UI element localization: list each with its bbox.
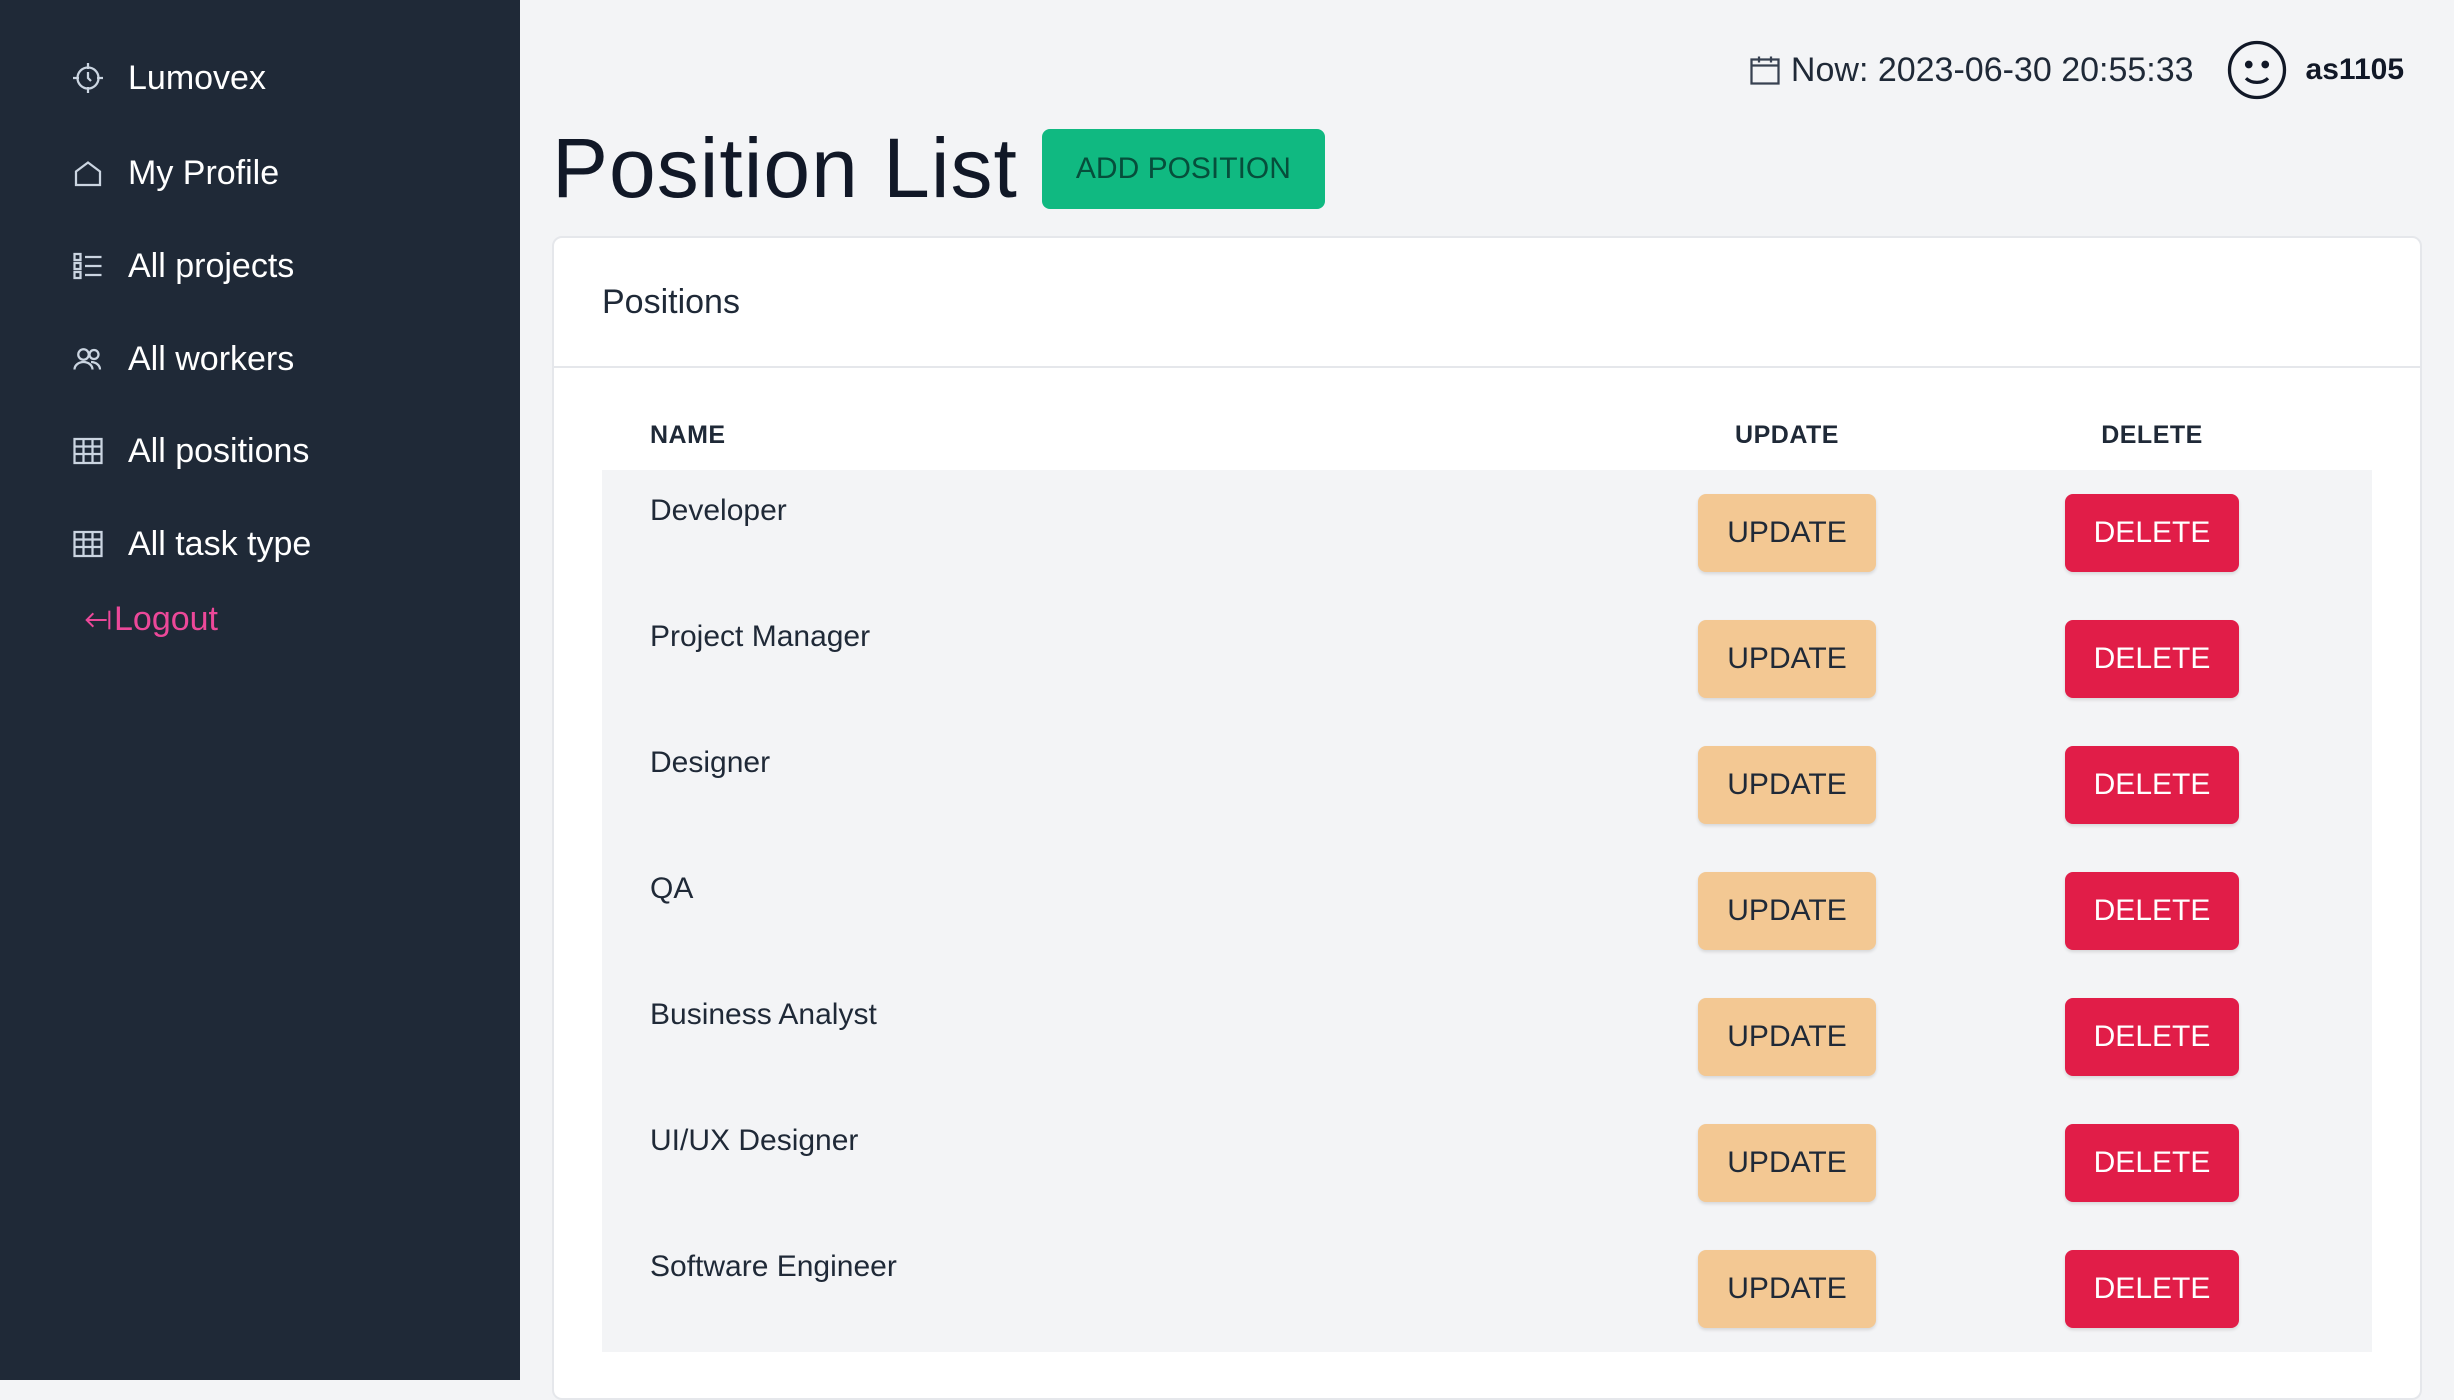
positions-table: NAME UPDATE DELETE Developer UPDATE DELE…	[602, 400, 2372, 1352]
sidebar-item-all-workers[interactable]: All workers	[70, 329, 294, 389]
table-row: Business Analyst UPDATE DELETE	[602, 974, 2372, 1100]
sidebar: Lumovex My Profile All projects All work…	[0, 0, 520, 1380]
page-title: Position List	[552, 121, 1018, 215]
position-name: Developer	[650, 494, 787, 527]
position-name: Designer	[650, 746, 771, 779]
delete-button[interactable]: DELETE	[2065, 1124, 2239, 1202]
brand-link[interactable]: Lumovex	[70, 48, 266, 108]
table-icon	[70, 433, 106, 469]
users-icon	[70, 341, 106, 377]
sidebar-item-all-projects[interactable]: All projects	[70, 236, 294, 296]
crosshair-clock-icon	[70, 60, 106, 96]
table-row: UI/UX Designer UPDATE DELETE	[602, 1100, 2372, 1226]
logout-label: Logout	[114, 600, 218, 638]
update-button[interactable]: UPDATE	[1698, 746, 1876, 824]
column-header-name: NAME	[650, 420, 726, 449]
logout-arrow-icon	[80, 604, 112, 636]
home-icon	[70, 155, 106, 191]
position-name: QA	[650, 872, 694, 905]
delete-button[interactable]: DELETE	[2065, 872, 2239, 950]
delete-button[interactable]: DELETE	[2065, 998, 2239, 1076]
datetime-text: Now: 2023-06-30 20:55:33	[1790, 50, 2194, 89]
update-button[interactable]: UPDATE	[1698, 620, 1876, 698]
brand-name: Lumovex	[128, 58, 266, 97]
delete-button[interactable]: DELETE	[2065, 620, 2239, 698]
sidebar-item-my-profile[interactable]: My Profile	[70, 143, 279, 203]
current-datetime: Now: 2023-06-30 20:55:33	[1747, 51, 2194, 90]
sidebar-item-all-positions[interactable]: All positions	[70, 421, 309, 481]
main-content: Now: 2023-06-30 20:55:33 as1105 Position…	[520, 0, 2454, 1400]
card-title: Positions	[554, 238, 2420, 368]
delete-button[interactable]: DELETE	[2065, 746, 2239, 824]
table-row: Project Manager UPDATE DELETE	[602, 596, 2372, 722]
update-button[interactable]: UPDATE	[1698, 998, 1876, 1076]
table-icon	[70, 526, 106, 562]
user-menu[interactable]: as1105	[2224, 37, 2404, 103]
table-row: Software Engineer UPDATE DELETE	[602, 1226, 2372, 1352]
column-header-update: UPDATE	[1735, 420, 1839, 449]
calendar-icon	[1747, 52, 1783, 88]
sidebar-item-label: All task type	[128, 524, 312, 563]
update-button[interactable]: UPDATE	[1698, 1250, 1876, 1328]
sidebar-item-all-task-type[interactable]: All task type	[70, 514, 311, 574]
username: as1105	[2305, 53, 2404, 86]
table-row: Designer UPDATE DELETE	[602, 722, 2372, 848]
topbar: Now: 2023-06-30 20:55:33 as1105	[1747, 30, 2404, 110]
position-name: Project Manager	[650, 620, 871, 653]
checklist-icon	[70, 248, 106, 284]
add-position-button[interactable]: ADD POSITION	[1041, 128, 1325, 209]
positions-card: Positions NAME UPDATE DELETE Developer U…	[552, 236, 2422, 1400]
position-name: Business Analyst	[650, 998, 877, 1031]
sidebar-item-label: All workers	[128, 339, 295, 378]
update-button[interactable]: UPDATE	[1698, 1124, 1876, 1202]
title-row: Position List ADD POSITION	[552, 120, 1325, 217]
sidebar-item-label: All projects	[128, 246, 295, 285]
position-name: Software Engineer	[650, 1250, 897, 1283]
delete-button[interactable]: DELETE	[2065, 1250, 2239, 1328]
sidebar-item-label: My Profile	[128, 153, 280, 192]
smiley-avatar-icon	[2224, 37, 2290, 103]
table-header: NAME UPDATE DELETE	[602, 400, 2372, 470]
logout-link[interactable]: Logout	[80, 600, 218, 639]
table-row: QA UPDATE DELETE	[602, 848, 2372, 974]
delete-button[interactable]: DELETE	[2065, 494, 2239, 572]
table-row: Developer UPDATE DELETE	[602, 470, 2372, 596]
column-header-delete: DELETE	[2101, 420, 2203, 449]
sidebar-item-label: All positions	[128, 431, 310, 470]
position-name: UI/UX Designer	[650, 1124, 859, 1157]
table-body: Developer UPDATE DELETE Project Manager …	[602, 470, 2372, 1352]
update-button[interactable]: UPDATE	[1698, 872, 1876, 950]
update-button[interactable]: UPDATE	[1698, 494, 1876, 572]
